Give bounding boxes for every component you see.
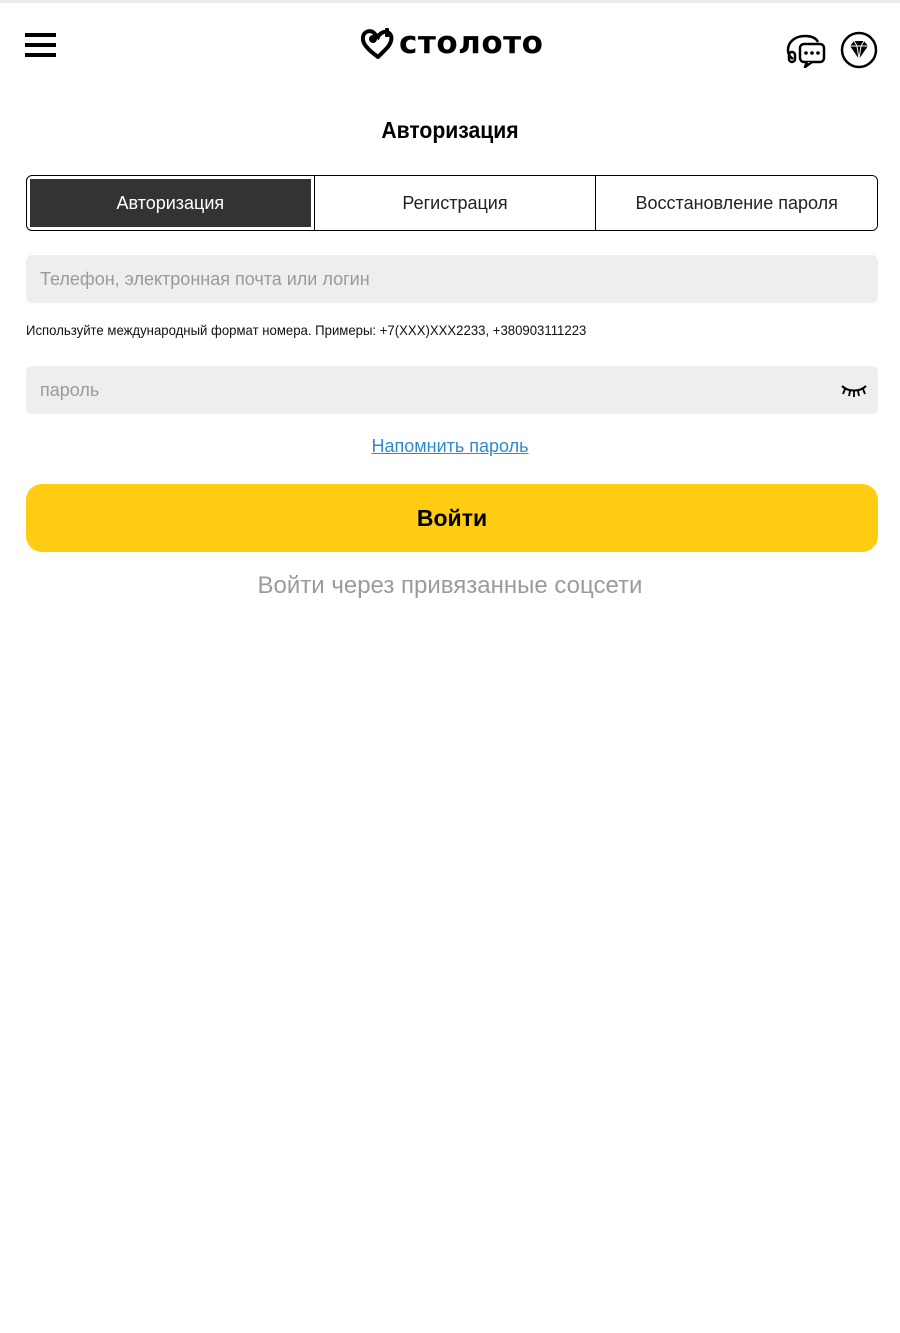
password-field <box>26 366 878 414</box>
eye-closed-icon[interactable] <box>840 382 868 398</box>
login-input[interactable] <box>40 255 864 303</box>
tab-registration[interactable]: Регистрация <box>313 176 596 230</box>
password-input[interactable] <box>40 366 820 414</box>
tab-authorization[interactable]: Авторизация <box>28 177 313 229</box>
diamond-bonus-icon[interactable] <box>839 30 879 70</box>
social-login-link[interactable]: Войти через привязанные соцсети <box>0 572 900 600</box>
logo-text: столото <box>399 25 544 61</box>
page-title: Авторизация <box>381 117 519 143</box>
forgot-password-row: Напомнить пароль <box>0 436 900 457</box>
tab-password-recovery[interactable]: Восстановление пароля <box>595 176 877 230</box>
top-bar: столото <box>0 0 900 90</box>
chat-support-icon[interactable] <box>785 30 827 68</box>
login-button[interactable]: Войти <box>26 484 878 552</box>
hamburger-menu-icon[interactable] <box>25 33 56 59</box>
phone-format-hint: Используйте международный формат номера.… <box>26 322 587 338</box>
forgot-password-link[interactable]: Напомнить пароль <box>371 436 528 456</box>
logo[interactable]: столото <box>361 23 543 63</box>
login-field <box>26 255 878 303</box>
logo-heart-icon <box>361 28 394 59</box>
auth-tabs: Авторизация Регистрация Восстановление п… <box>26 175 878 231</box>
